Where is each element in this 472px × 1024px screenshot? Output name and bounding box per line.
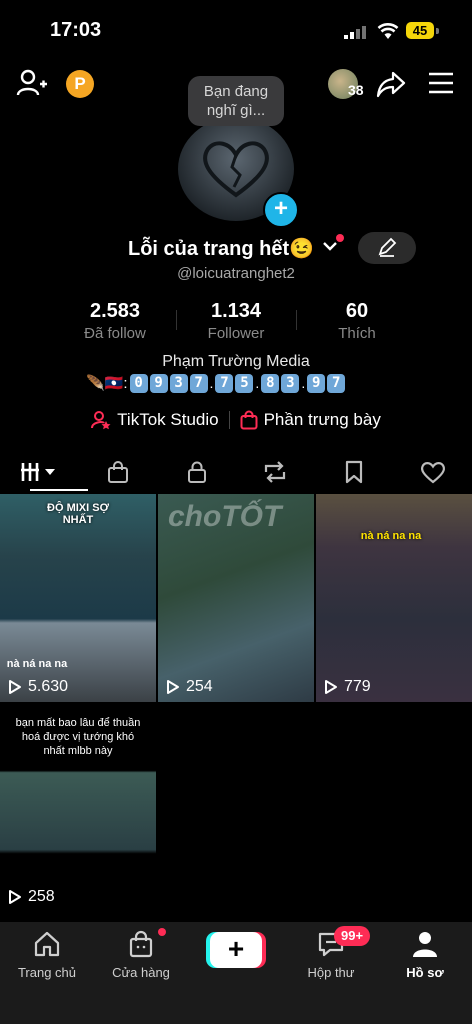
bio-line: Phạm Trường Media [162,353,310,370]
stat-followers[interactable]: 1.134 Follower [176,300,296,342]
thought-bubble[interactable]: Bạn đang nghĩ gì... [188,76,284,126]
display-name[interactable]: Lỗi của trang hết😉 [128,236,314,261]
video-caption: nà ná na na [6,658,68,670]
link-divider [228,411,230,429]
play-icon [9,680,21,694]
battery-tip [436,28,439,34]
friends-count: 38 [348,82,364,98]
video-caption: nà ná na na [360,530,422,542]
video-caption: ĐỘ MIXI SỢ NHẤT [47,502,109,526]
shopping-bag-icon [108,461,128,483]
play-icon [325,680,337,694]
studio-label: TikTok Studio [117,410,219,429]
view-count-value: 258 [28,888,55,905]
username-handle: @loicuatranghet2 [177,265,295,282]
showcase-link[interactable]: Phần trưng bày [240,410,381,430]
notification-dot [336,234,344,242]
bio-prefix: 🪶🇱🇦: [86,375,128,392]
wifi-icon [377,23,399,39]
phone-digit: 9 [307,373,326,393]
nav-label: Cửa hàng [112,965,170,980]
cellular-signal-icon [344,25,370,39]
phone-digit: 7 [215,373,234,393]
share-icon[interactable] [376,70,406,98]
add-story-button[interactable]: + [263,192,299,228]
play-icon [9,890,21,904]
view-count: 5.630 [8,678,68,696]
play-icon [167,680,179,694]
stat-value: 60 [345,300,369,322]
profile-links: TikTok Studio Phần trưng bày [0,410,472,430]
lock-icon [187,461,206,483]
phone-digit: 7 [327,373,346,393]
tab-liked[interactable] [393,452,472,492]
home-icon [34,931,60,957]
nav-shop[interactable]: Cửa hàng [94,930,188,980]
create-button[interactable]: + [210,932,262,968]
tab-reposts[interactable] [236,452,315,492]
video-thumbnail[interactable]: nà ná na na 779 [316,494,472,702]
showcase-label: Phần trưng bày [263,410,381,429]
tiktok-studio-link[interactable]: TikTok Studio [91,410,219,430]
phone-digit: 7 [189,373,208,393]
add-friend-icon[interactable] [16,68,48,98]
videos-grid-icon [21,463,56,481]
stat-value: 1.134 [210,300,262,322]
battery-indicator: 45 [406,22,434,39]
shop-icon [129,930,153,958]
content-tabs [0,452,472,492]
bio-phone: 🪶🇱🇦: 0 9 3 7 . 7 5 . 8 3 . 9 7 [86,372,346,394]
stat-following[interactable]: 2.583 Đã follow [55,300,175,342]
shopping-bag-icon [240,410,258,430]
heart-outline-icon [420,462,445,484]
nav-label: Hộp thư [307,965,355,980]
studio-icon [91,411,111,430]
video-thumbnail[interactable]: bạn mất bao lâu để thuần hoá được vị tướ… [0,704,156,912]
stat-label: Đã follow [84,325,146,342]
coin-icon[interactable]: P [66,70,94,98]
tab-shop[interactable] [79,452,158,492]
stat-label: Follower [207,325,265,342]
nav-label: Trang chủ [17,965,77,980]
nav-home[interactable]: Trang chủ [0,930,94,980]
active-tab-indicator [30,489,88,491]
inbox-badge: 99+ [334,926,371,946]
phone-digit: 5 [235,373,254,393]
phone-digit: 8 [261,373,280,393]
shop-notification-dot [158,928,166,936]
stat-label: Thích [338,325,376,342]
view-count-value: 5.630 [28,678,69,695]
view-count: 254 [166,678,213,696]
phone-dot: . [255,375,260,391]
nav-label: Hồ sơ [406,965,444,980]
phone-digit: 0 [129,373,148,393]
phone-digit: 3 [281,373,300,393]
repost-icon [265,461,286,483]
profile-icon [413,932,437,957]
stat-likes[interactable]: 60 Thích [297,300,417,342]
video-thumbnail[interactable]: ĐỘ MIXI SỢ NHẤT nà ná na na 5.630 [0,494,156,702]
chevron-down-icon[interactable] [322,240,338,252]
status-time: 17:03 [50,19,102,41]
tab-videos[interactable] [0,452,79,492]
phone-dot: . [209,375,214,391]
nav-profile[interactable]: Hồ sơ [378,930,472,980]
pencil-icon [378,237,397,257]
tab-saved[interactable] [315,452,394,492]
phone-dot: . [301,375,306,391]
stat-value: 2.583 [89,300,141,322]
edit-profile-button[interactable] [358,232,416,264]
menu-icon[interactable] [428,72,454,94]
phone-digit: 3 [169,373,188,393]
view-count-value: 254 [186,678,213,695]
phone-digit: 9 [149,373,168,393]
bookmark-icon [345,460,363,484]
view-count: 779 [324,678,371,696]
tab-private[interactable] [157,452,236,492]
video-caption: bạn mất bao lâu để thuần hoá được vị tướ… [15,717,141,757]
view-count-value: 779 [344,678,371,695]
view-count: 258 [8,888,55,906]
watermark: choTỐT [168,500,282,533]
